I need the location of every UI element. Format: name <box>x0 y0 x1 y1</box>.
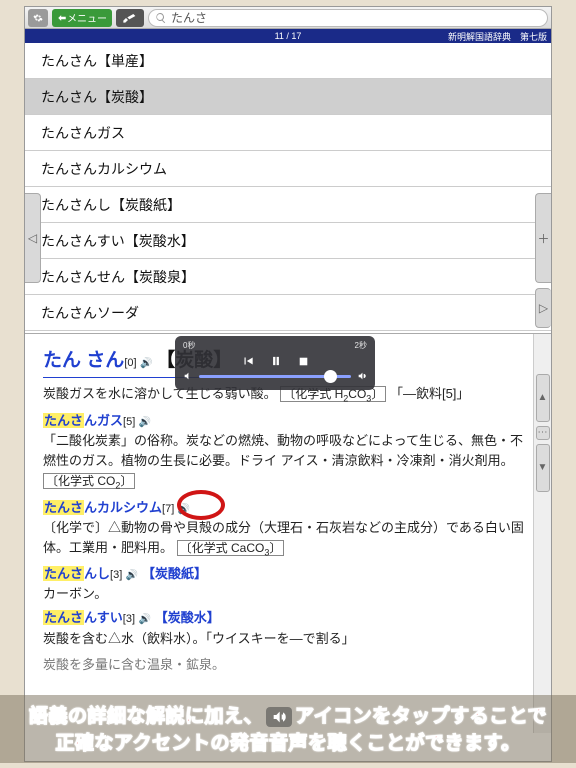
subentry-body: 炭酸を含む△水（飲料水）。「ウイスキーを―で割る」 <box>43 629 533 649</box>
dictionary-source: 新明解国語辞典 第七版 <box>448 30 547 43</box>
scroll-down-button[interactable]: ▼ <box>536 444 550 492</box>
subentry-term[interactable]: たんさんカルシウム <box>43 500 162 515</box>
menu-button[interactable]: メニュー <box>52 9 112 27</box>
subentry-term[interactable]: たんさんし <box>43 566 110 581</box>
subentry-body: 「二酸化炭素」の俗称。炭などの燃焼、動物の呼吸などによって生じる、無色・不燃性の… <box>43 431 533 494</box>
list-item[interactable]: たんさんカルシウム <box>25 151 551 187</box>
subentry-term[interactable]: たんさんすい <box>43 610 123 625</box>
volume-low-icon <box>183 371 193 381</box>
scroll-up-button[interactable]: ▲ <box>536 374 550 422</box>
list-item[interactable]: たんさんし【炭酸紙】 <box>25 187 551 223</box>
headword-reading: たん さん <box>43 350 124 371</box>
speaker-icon <box>266 707 292 727</box>
list-item[interactable]: たんさん【炭酸】 <box>25 79 551 115</box>
list-item[interactable]: たんさんガス <box>25 115 551 151</box>
scroll-gap: ⋯ <box>536 426 550 440</box>
audio-prev-icon[interactable] <box>241 354 255 368</box>
speaker-icon[interactable]: 🔊 <box>139 417 151 428</box>
volume-slider[interactable] <box>199 375 351 378</box>
entry-detail: たん さん[0] 🔊 【炭酸】 炭酸ガスを水に溶かして生じる弱い酸。 〔化学式 … <box>25 333 551 733</box>
promo-caption: 語義の詳細な解説に加え、アイコンをタップすることで 正確なアクセントの発音音声を… <box>0 695 576 763</box>
audio-player-overlay[interactable]: 0秒2秒 <box>175 336 375 390</box>
list-item[interactable]: たんさんソーダ <box>25 295 551 331</box>
result-counter: 11 / 17 <box>275 31 302 41</box>
settings-button[interactable] <box>28 9 48 27</box>
subentry-body: 炭酸を多量に含む温泉・鉱泉。 <box>43 655 533 675</box>
speaker-icon[interactable]: 🔊 <box>140 358 152 369</box>
left-side-handle[interactable]: ◁ <box>25 193 41 283</box>
right-side-handle-add[interactable]: ＋ <box>535 193 551 283</box>
audio-stop-icon[interactable] <box>297 355 310 368</box>
list-item[interactable]: たんさんせん【炭酸泉】 <box>25 259 551 295</box>
menu-label: メニュー <box>67 10 107 25</box>
volume-high-icon <box>357 371 367 381</box>
subentry-body: 〔化学で〕△動物の骨や貝殻の成分（大理石・石灰岩などの主成分）である白い固体。工… <box>43 518 533 560</box>
search-icon <box>155 12 167 24</box>
toolbar: メニュー たんさ <box>25 7 551 29</box>
app-frame: メニュー たんさ 11 / 17 新明解国語辞典 第七版 たんさん【単産】 たん… <box>24 6 552 762</box>
speaker-icon[interactable]: 🔊 <box>126 570 138 581</box>
results-list: たんさん【単産】 たんさん【炭酸】 たんさんガス たんさんカルシウム たんさんし… <box>25 43 551 333</box>
list-item[interactable]: たんさん【単産】 <box>25 43 551 79</box>
audio-pause-icon[interactable] <box>269 354 283 368</box>
search-value: たんさ <box>171 9 207 26</box>
status-bar: 11 / 17 新明解国語辞典 第七版 <box>25 29 551 43</box>
search-input[interactable]: たんさ <box>148 9 548 27</box>
subentry-body: カーボン。 <box>43 584 533 604</box>
detail-scroll-rail: ▲ ⋯ ▼ <box>533 334 551 733</box>
marker-button[interactable] <box>116 9 144 27</box>
highlight-oval <box>177 490 225 520</box>
subentry-term[interactable]: たんさんガス <box>43 413 123 428</box>
list-item[interactable]: たんさんすい【炭酸水】 <box>25 223 551 259</box>
right-side-handle-next[interactable]: ▷ <box>535 288 551 328</box>
speaker-icon[interactable]: 🔊 <box>139 614 151 625</box>
